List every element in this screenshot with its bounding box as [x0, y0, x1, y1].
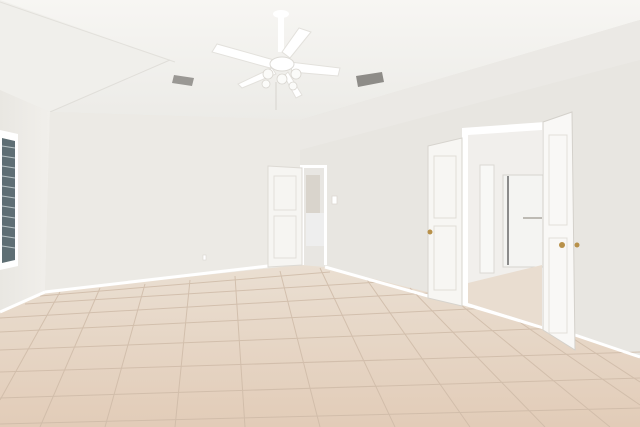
window-blinds-icon	[0, 130, 18, 270]
right-room-door-left[interactable]	[427, 137, 463, 307]
light-switch	[331, 195, 338, 205]
empty-room-photo	[0, 0, 640, 427]
door-knob-icon	[574, 242, 580, 248]
door-knob-icon	[559, 242, 565, 248]
wall-outlet	[202, 254, 207, 261]
right-doorway	[462, 122, 545, 330]
back-wall	[45, 112, 300, 292]
center-door[interactable]	[267, 165, 303, 268]
door-knob-icon	[427, 229, 433, 235]
room-illustration	[0, 0, 640, 427]
center-doorway	[300, 165, 327, 265]
